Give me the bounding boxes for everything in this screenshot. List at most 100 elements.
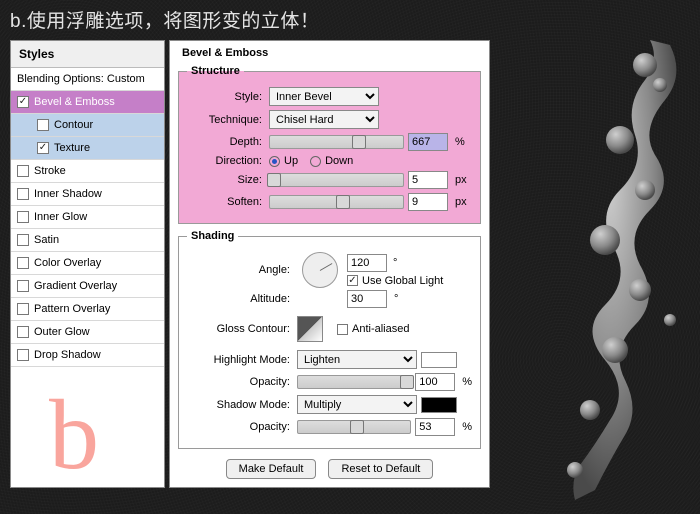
anti-alias-checkbox[interactable] bbox=[337, 324, 348, 335]
sidebar-item-blending-options[interactable]: Blending Options: Custom bbox=[11, 68, 164, 91]
size-unit: px bbox=[452, 174, 467, 186]
depth-slider[interactable] bbox=[269, 135, 404, 149]
altitude-label: Altitude: bbox=[187, 293, 293, 305]
highlight-opacity-unit: % bbox=[459, 376, 472, 388]
bevel-preview-art bbox=[530, 30, 700, 510]
checkbox-icon[interactable] bbox=[17, 96, 29, 108]
angle-label: Angle: bbox=[187, 264, 293, 276]
sidebar-item-label: Contour bbox=[54, 119, 93, 131]
sidebar-spacer: b bbox=[11, 367, 164, 487]
style-label: Style: bbox=[187, 91, 265, 103]
depth-label: Depth: bbox=[187, 136, 265, 148]
global-light-label: Use Global Light bbox=[362, 275, 443, 287]
panel-title: Bevel & Emboss bbox=[178, 47, 272, 59]
sidebar-item-label: Inner Glow bbox=[34, 211, 87, 223]
sidebar-item-inner-glow[interactable]: Inner Glow bbox=[11, 206, 164, 229]
direction-up-radio[interactable] bbox=[269, 156, 280, 167]
sidebar-item-contour[interactable]: Contour bbox=[11, 114, 164, 137]
technique-select[interactable]: Chisel Hard bbox=[269, 110, 379, 129]
shadow-opacity-input[interactable] bbox=[415, 418, 455, 436]
angle-dial[interactable] bbox=[302, 252, 338, 288]
reset-default-button[interactable]: Reset to Default bbox=[328, 459, 433, 479]
sidebar-item-label: Pattern Overlay bbox=[34, 303, 110, 315]
decorative-letter: b bbox=[49, 385, 99, 485]
shading-group: Shading Angle: ° Use Global Light Altitu… bbox=[178, 230, 481, 449]
checkbox-icon[interactable] bbox=[17, 234, 29, 246]
checkbox-icon[interactable] bbox=[17, 303, 29, 315]
shadow-mode-label: Shadow Mode: bbox=[187, 399, 293, 411]
sidebar-item-satin[interactable]: Satin bbox=[11, 229, 164, 252]
structure-legend: Structure bbox=[187, 65, 244, 77]
direction-down-label: Down bbox=[325, 155, 353, 167]
anti-alias-label: Anti-aliased bbox=[352, 323, 409, 335]
sidebar-item-bevel-emboss[interactable]: Bevel & Emboss bbox=[11, 91, 164, 114]
highlight-opacity-input[interactable] bbox=[415, 373, 455, 391]
sidebar-item-label: Satin bbox=[34, 234, 59, 246]
gloss-contour-label: Gloss Contour: bbox=[187, 323, 293, 335]
sidebar-title: Styles bbox=[11, 41, 164, 68]
sidebar-item-texture[interactable]: Texture bbox=[11, 137, 164, 160]
checkbox-icon[interactable] bbox=[37, 142, 49, 154]
checkbox-icon[interactable] bbox=[17, 211, 29, 223]
bevel-emboss-panel: Bevel & Emboss Structure Style: Inner Be… bbox=[169, 40, 490, 488]
soften-slider[interactable] bbox=[269, 195, 404, 209]
sidebar-item-gradient-overlay[interactable]: Gradient Overlay bbox=[11, 275, 164, 298]
checkbox-icon[interactable] bbox=[17, 188, 29, 200]
sidebar-item-label: Bevel & Emboss bbox=[34, 96, 115, 108]
shadow-color-swatch[interactable] bbox=[421, 397, 457, 413]
sidebar-item-label: Inner Shadow bbox=[34, 188, 102, 200]
highlight-color-swatch[interactable] bbox=[421, 352, 457, 368]
structure-group: Structure Style: Inner Bevel Technique: … bbox=[178, 65, 481, 224]
sidebar-item-label: Color Overlay bbox=[34, 257, 101, 269]
make-default-button[interactable]: Make Default bbox=[226, 459, 317, 479]
shadow-opacity-slider[interactable] bbox=[297, 420, 411, 434]
size-slider[interactable] bbox=[269, 173, 404, 187]
sidebar-item-label: Stroke bbox=[34, 165, 66, 177]
sidebar-item-inner-shadow[interactable]: Inner Shadow bbox=[11, 183, 164, 206]
checkbox-icon[interactable] bbox=[17, 349, 29, 361]
soften-label: Soften: bbox=[187, 196, 265, 208]
checkbox-icon[interactable] bbox=[17, 280, 29, 292]
angle-unit: ° bbox=[390, 257, 397, 269]
checkbox-icon[interactable] bbox=[17, 165, 29, 177]
global-light-checkbox[interactable] bbox=[347, 275, 358, 286]
highlight-mode-select[interactable]: Lighten bbox=[297, 350, 417, 369]
direction-label: Direction: bbox=[187, 155, 265, 167]
sidebar-item-label: Outer Glow bbox=[34, 326, 90, 338]
checkbox-icon[interactable] bbox=[17, 257, 29, 269]
shadow-opacity-label: Opacity: bbox=[187, 421, 293, 433]
styles-sidebar: Styles Blending Options: Custom Bevel & … bbox=[10, 40, 165, 488]
layer-style-dialog: Styles Blending Options: Custom Bevel & … bbox=[10, 40, 490, 488]
sidebar-item-stroke[interactable]: Stroke bbox=[11, 160, 164, 183]
shadow-opacity-unit: % bbox=[459, 421, 472, 433]
sidebar-item-drop-shadow[interactable]: Drop Shadow bbox=[11, 344, 164, 367]
highlight-mode-label: Highlight Mode: bbox=[187, 354, 293, 366]
style-select[interactable]: Inner Bevel bbox=[269, 87, 379, 106]
direction-down-radio[interactable] bbox=[310, 156, 321, 167]
size-label: Size: bbox=[187, 174, 265, 186]
angle-input[interactable] bbox=[347, 254, 387, 272]
sidebar-item-label: Gradient Overlay bbox=[34, 280, 117, 292]
direction-up-label: Up bbox=[284, 155, 298, 167]
checkbox-icon[interactable] bbox=[17, 326, 29, 338]
checkbox-icon[interactable] bbox=[37, 119, 49, 131]
depth-input[interactable] bbox=[408, 133, 448, 151]
sidebar-item-color-overlay[interactable]: Color Overlay bbox=[11, 252, 164, 275]
soften-input[interactable] bbox=[408, 193, 448, 211]
shading-legend: Shading bbox=[187, 230, 238, 242]
instruction-heading: b.使用浮雕选项，将图形变的立体！ bbox=[0, 0, 700, 33]
altitude-unit: ° bbox=[391, 293, 398, 305]
soften-unit: px bbox=[452, 196, 467, 208]
highlight-opacity-slider[interactable] bbox=[297, 375, 411, 389]
sidebar-item-label: Drop Shadow bbox=[34, 349, 101, 361]
sidebar-item-pattern-overlay[interactable]: Pattern Overlay bbox=[11, 298, 164, 321]
sidebar-item-label: Blending Options: Custom bbox=[17, 73, 145, 85]
panel-title-fieldset: Bevel & Emboss bbox=[178, 47, 481, 59]
sidebar-item-outer-glow[interactable]: Outer Glow bbox=[11, 321, 164, 344]
altitude-input[interactable] bbox=[347, 290, 387, 308]
gloss-contour-picker[interactable] bbox=[297, 316, 323, 342]
technique-label: Technique: bbox=[187, 114, 265, 126]
depth-unit: % bbox=[452, 136, 465, 148]
size-input[interactable] bbox=[408, 171, 448, 189]
shadow-mode-select[interactable]: Multiply bbox=[297, 395, 417, 414]
